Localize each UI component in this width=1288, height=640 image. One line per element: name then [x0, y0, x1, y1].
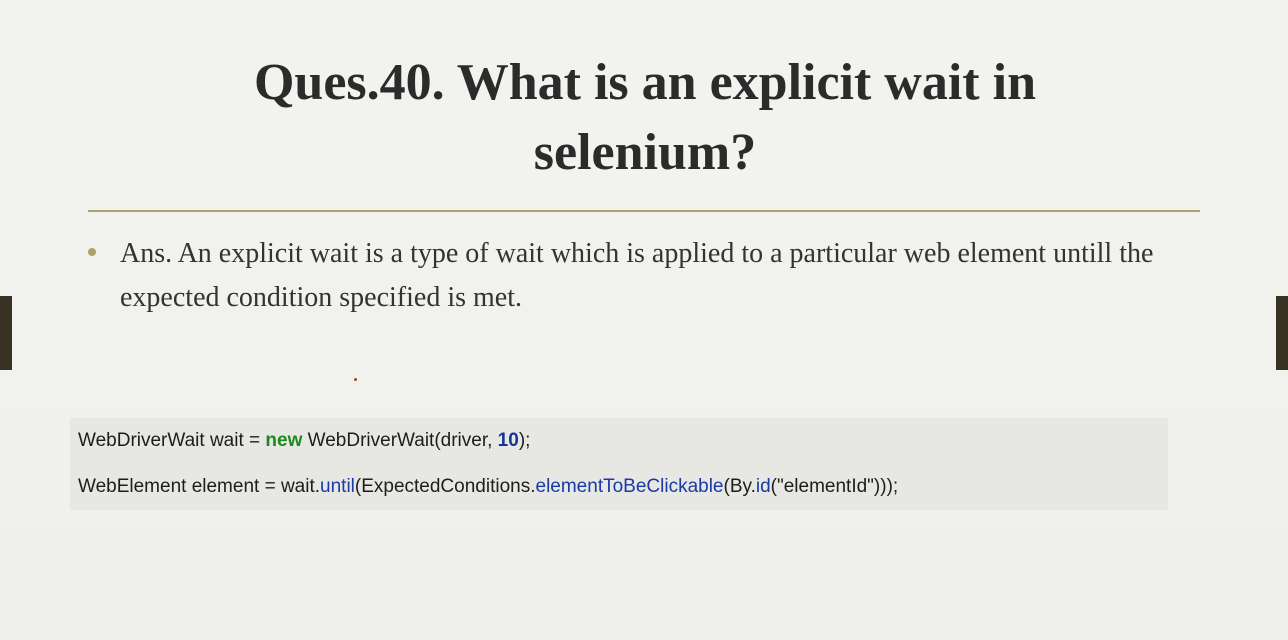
bullet-icon	[88, 248, 96, 256]
code-number: 10	[497, 430, 519, 451]
code-text: (By.	[723, 476, 756, 497]
code-method: until	[320, 476, 355, 497]
right-edge-marker	[1276, 296, 1288, 370]
code-text: );	[518, 430, 531, 451]
slide-title: Ques.40. What is an explicit wait in sel…	[90, 48, 1200, 188]
code-text: WebDriverWait(driver,	[302, 430, 498, 451]
code-text: ("elementId")));	[770, 476, 899, 497]
code-method: elementToBeClickable	[535, 476, 724, 497]
code-line-1: WebDriverWait wait = new WebDriverWait(d…	[70, 418, 1168, 464]
left-edge-marker	[0, 296, 12, 370]
stray-mark	[354, 378, 357, 381]
code-method: id	[755, 476, 771, 497]
answer-text: Ans. An explicit wait is a type of wait …	[120, 238, 1154, 313]
slide-title-line-2: selenium?	[533, 124, 757, 181]
code-text: (ExpectedConditions.	[354, 476, 536, 497]
slide-title-line-1: Ques.40. What is an explicit wait in	[253, 54, 1036, 111]
code-text: WebDriverWait wait =	[78, 430, 266, 451]
code-keyword: new	[265, 430, 303, 451]
code-snippet: WebDriverWait wait = new WebDriverWait(d…	[70, 418, 1170, 510]
presentation-slide: Ques.40. What is an explicit wait in sel…	[0, 0, 1288, 640]
title-divider	[88, 210, 1200, 212]
code-line-2: WebElement element = wait.until(Expected…	[70, 464, 1168, 510]
code-text: WebElement element = wait.	[78, 476, 321, 497]
